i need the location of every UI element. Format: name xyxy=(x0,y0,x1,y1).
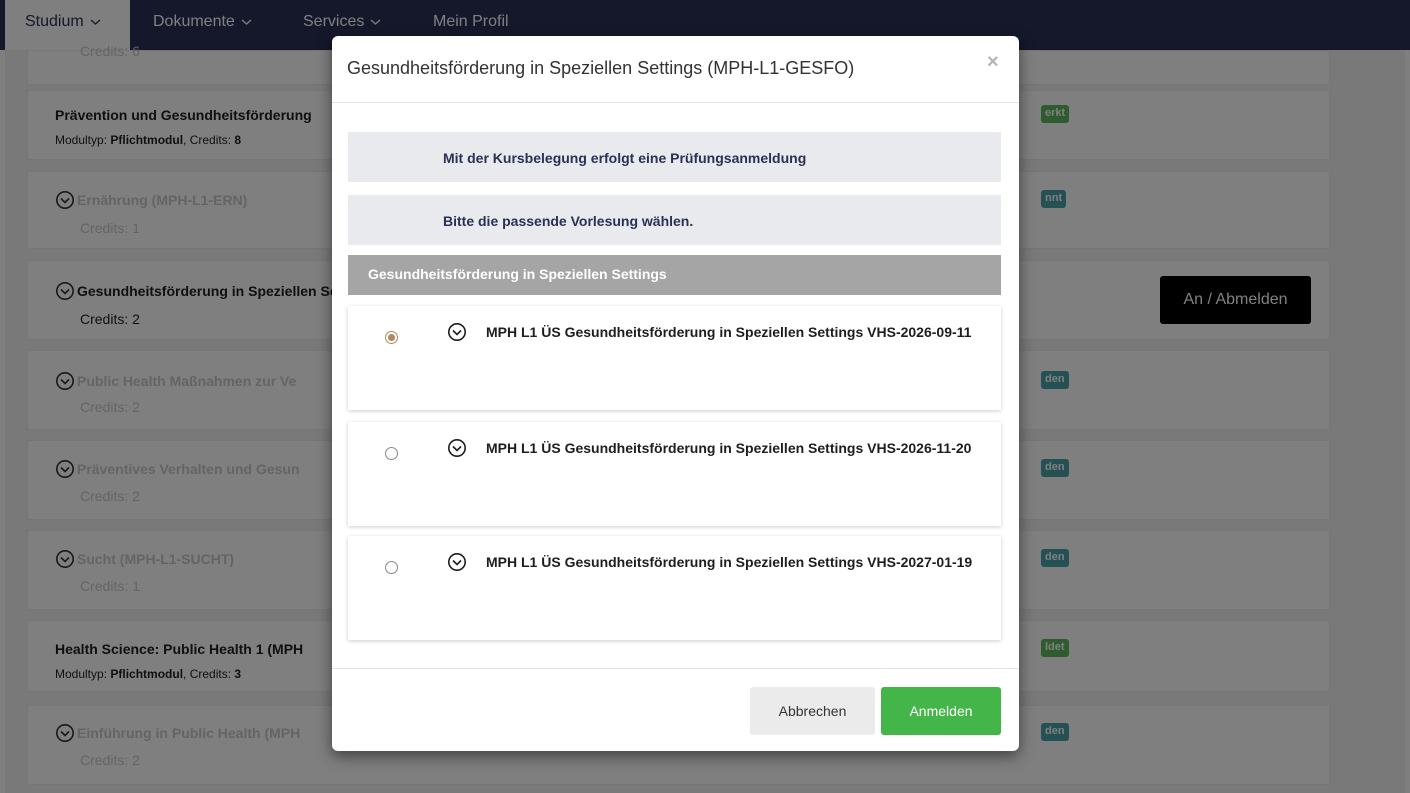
close-icon[interactable]: × xyxy=(987,51,999,74)
modal-header: Gesundheitsförderung in Speziellen Setti… xyxy=(332,36,1019,103)
chevron-circle-icon[interactable] xyxy=(447,322,467,342)
exam-registration-notice: Mit der Kursbelegung erfolgt eine Prüfun… xyxy=(348,132,1001,182)
chevron-circle-icon[interactable] xyxy=(447,438,467,458)
cancel-button[interactable]: Abbrechen xyxy=(750,687,875,735)
register-button[interactable]: Anmelden xyxy=(881,687,1001,735)
modal-footer: Abbrechen Anmelden xyxy=(332,668,1019,751)
radio-button-selected[interactable] xyxy=(385,331,398,344)
modal-title: Gesundheitsförderung in Speziellen Setti… xyxy=(347,58,855,78)
chevron-circle-icon[interactable] xyxy=(447,552,467,572)
course-registration-modal: Gesundheitsförderung in Speziellen Setti… xyxy=(332,36,1019,751)
lecture-option[interactable]: MPH L1 ÜS Gesundheitsförderung in Spezie… xyxy=(348,536,1001,640)
radio-button[interactable] xyxy=(385,561,398,574)
lecture-option[interactable]: MPH L1 ÜS Gesundheitsförderung in Spezie… xyxy=(348,422,1001,526)
choose-lecture-notice: Bitte die passende Vorlesung wählen. xyxy=(348,195,1001,245)
lecture-option-label: MPH L1 ÜS Gesundheitsförderung in Spezie… xyxy=(486,324,972,340)
radio-button[interactable] xyxy=(385,447,398,460)
lecture-option-label: MPH L1 ÜS Gesundheitsförderung in Spezie… xyxy=(486,554,973,570)
section-header: Gesundheitsförderung in Speziellen Setti… xyxy=(348,255,1001,295)
lecture-option[interactable]: MPH L1 ÜS Gesundheitsförderung in Spezie… xyxy=(348,306,1001,410)
lecture-option-label: MPH L1 ÜS Gesundheitsförderung in Spezie… xyxy=(486,440,972,456)
